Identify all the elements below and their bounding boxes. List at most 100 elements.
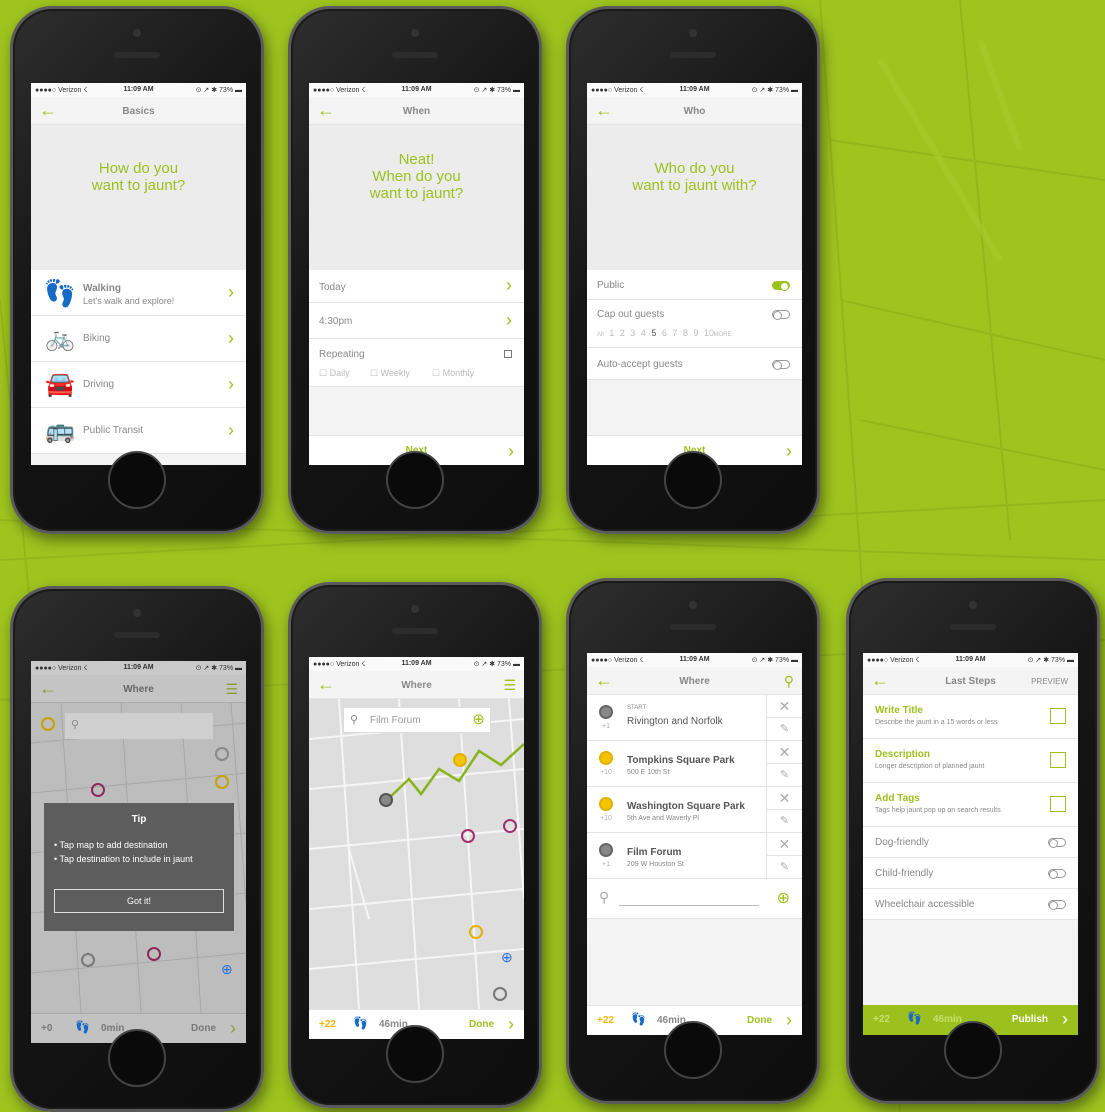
daily-checkbox[interactable]: ☐ Daily xyxy=(319,368,350,379)
child-friendly-toggle[interactable] xyxy=(1048,869,1066,879)
dog-friendly-row[interactable]: Dog-friendly xyxy=(863,827,1078,858)
list-item[interactable]: +10 Washington Square Park 5th Ave and W… xyxy=(587,787,802,833)
pencil-icon[interactable]: ✎ xyxy=(766,810,802,833)
cap-more[interactable]: MORE xyxy=(714,332,732,338)
home-button[interactable] xyxy=(108,451,166,509)
done-button[interactable]: Done xyxy=(191,1023,216,1034)
close-icon[interactable]: ✕ xyxy=(766,741,802,764)
home-button[interactable] xyxy=(664,1021,722,1079)
map-pin[interactable] xyxy=(215,775,229,789)
map-pin[interactable] xyxy=(147,947,161,961)
home-button[interactable] xyxy=(108,1029,166,1087)
map-pin[interactable] xyxy=(493,987,507,1001)
time-row[interactable]: 4:30pm › xyxy=(309,303,524,339)
cap-10[interactable]: 10 xyxy=(704,328,714,338)
home-button[interactable] xyxy=(386,451,444,509)
step-checkbox[interactable] xyxy=(1050,708,1066,724)
monthly-label: Monthly xyxy=(442,368,475,378)
got-it-button[interactable]: Got it! xyxy=(54,889,224,913)
wheelchair-toggle[interactable] xyxy=(1048,900,1066,910)
home-button[interactable] xyxy=(386,1025,444,1083)
today-label: Today xyxy=(319,282,346,293)
public-toggle[interactable] xyxy=(772,281,790,291)
cap-7[interactable]: 7 xyxy=(672,328,677,338)
list-item[interactable]: +10 Tompkins Square Park 500 E 10th St ✕… xyxy=(587,741,802,787)
map-icon[interactable]: ⚲ xyxy=(784,673,794,690)
list-item[interactable]: +1 Film Forum 209 W Houston St ✕ ✎ xyxy=(587,833,802,879)
cap-3[interactable]: 3 xyxy=(630,328,635,338)
auto-accept-row[interactable]: Auto-accept guests xyxy=(587,348,802,380)
auto-accept-toggle[interactable] xyxy=(772,360,790,370)
cap-1[interactable]: 1 xyxy=(609,328,614,338)
close-icon[interactable]: ✕ xyxy=(766,787,802,810)
clock: 11:09 AM xyxy=(123,664,154,671)
preview-button[interactable]: PREVIEW xyxy=(1031,677,1068,686)
status-bar: ●●●●○ Verizon ☇ 11:09 AM ⊙ ↗ ✱ 73% ▬ xyxy=(309,657,524,671)
step-checkbox[interactable] xyxy=(1050,796,1066,812)
add-icon[interactable]: ⊕ xyxy=(472,710,485,728)
map-pin[interactable] xyxy=(503,819,517,833)
option-biking[interactable]: 🚲 Biking › xyxy=(31,316,246,362)
step-description[interactable]: Description Longer description of planne… xyxy=(863,739,1078,783)
monthly-checkbox[interactable]: ☐ Monthly xyxy=(432,368,474,379)
cap-8[interactable]: 8 xyxy=(683,328,688,338)
done-button[interactable]: Done xyxy=(747,1015,772,1026)
option-walking[interactable]: 👣 Walking Let's walk and explore! › xyxy=(31,270,246,316)
list-item[interactable]: +1 START Rivington and Norfolk ✕ ✎ xyxy=(587,695,802,741)
cap-row[interactable]: Cap out guests All 1 2 3 4 5 6 7 8 9 10 … xyxy=(587,300,802,348)
map-pin[interactable] xyxy=(379,793,393,807)
search-input[interactable]: Film Forum xyxy=(370,715,421,726)
public-row[interactable]: Public xyxy=(587,270,802,300)
map-pin[interactable] xyxy=(91,783,105,797)
pencil-icon[interactable]: ✎ xyxy=(766,718,802,741)
search-box[interactable]: ⚲ xyxy=(65,713,213,739)
add-stop-row[interactable]: ⚲ ⊕ xyxy=(587,879,802,919)
wheelchair-row[interactable]: Wheelchair accessible xyxy=(863,889,1078,920)
map-pin[interactable] xyxy=(453,753,467,767)
step-add-tags[interactable]: Add Tags Tags help jaunt pop up on searc… xyxy=(863,783,1078,827)
home-button[interactable] xyxy=(664,451,722,509)
close-icon[interactable]: ✕ xyxy=(766,833,802,856)
cap-2[interactable]: 2 xyxy=(620,328,625,338)
cap-5[interactable]: 5 xyxy=(651,328,656,338)
pencil-icon[interactable]: ✎ xyxy=(766,856,802,879)
footprints-icon: 👣 xyxy=(353,1016,368,1030)
step-write-title[interactable]: Write Title Describe the jaunt in a 15 w… xyxy=(863,695,1078,739)
today-row[interactable]: Today › xyxy=(309,270,524,303)
camera xyxy=(133,609,141,617)
step-checkbox[interactable] xyxy=(1050,752,1066,768)
map-pin[interactable] xyxy=(461,829,475,843)
list-icon[interactable]: ☰ xyxy=(503,677,516,694)
list-icon[interactable]: ☰ xyxy=(225,681,238,698)
locate-icon[interactable]: ⊕ xyxy=(221,961,233,978)
option-driving[interactable]: 🚘 Driving › xyxy=(31,362,246,408)
option-label: Public Transit xyxy=(83,425,144,436)
cap-9[interactable]: 9 xyxy=(693,328,698,338)
dog-friendly-toggle[interactable] xyxy=(1048,838,1066,848)
option-public-transit[interactable]: 🚌 Public Transit › xyxy=(31,408,246,454)
locate-icon[interactable]: ⊕ xyxy=(501,949,513,966)
map-pin[interactable] xyxy=(81,953,95,967)
home-button[interactable] xyxy=(944,1021,1002,1079)
tip-dialog: Tip • Tap map to add destination • Tap d… xyxy=(44,803,234,931)
map-pin[interactable] xyxy=(41,717,55,731)
cap-6[interactable]: 6 xyxy=(662,328,667,338)
map-area[interactable]: ⚲ Film Forum ⊕ ⊕ xyxy=(309,699,524,1009)
done-button[interactable]: Done xyxy=(469,1019,494,1030)
search-box[interactable]: ⚲ Film Forum ⊕ xyxy=(343,707,491,733)
cap-all[interactable]: All xyxy=(597,332,604,338)
pencil-icon[interactable]: ✎ xyxy=(766,764,802,787)
add-stop-input[interactable] xyxy=(619,905,759,906)
publish-button[interactable]: Publish xyxy=(1012,1014,1048,1025)
repeating-checkbox[interactable] xyxy=(504,350,512,358)
map-area[interactable]: ⚲ ⊕ Tip • Tap map to add destination • T… xyxy=(31,703,246,1013)
map-pin[interactable] xyxy=(469,925,483,939)
add-icon[interactable]: ⊕ xyxy=(777,888,790,908)
repeating-row[interactable]: Repeating ☐ Daily ☐ Weekly ☐ Monthly xyxy=(309,339,524,387)
close-icon[interactable]: ✕ xyxy=(766,695,802,718)
weekly-checkbox[interactable]: ☐ Weekly xyxy=(370,368,410,379)
map-pin[interactable] xyxy=(215,747,229,761)
cap-toggle[interactable] xyxy=(772,310,790,320)
cap-4[interactable]: 4 xyxy=(641,328,646,338)
child-friendly-row[interactable]: Child-friendly xyxy=(863,858,1078,889)
